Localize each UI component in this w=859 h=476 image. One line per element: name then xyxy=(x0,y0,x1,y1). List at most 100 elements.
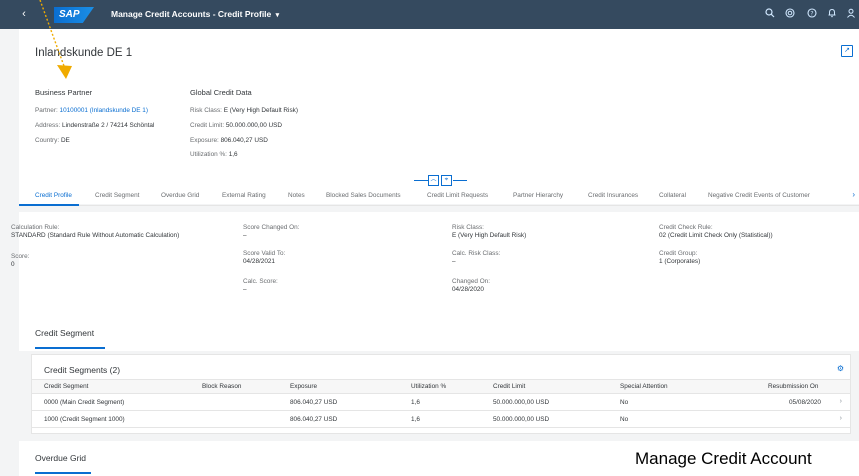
help-icon[interactable]: ? xyxy=(806,8,818,20)
score-value: 0 xyxy=(11,261,15,268)
header-util-label: Utilization %: xyxy=(190,151,227,158)
score-valid-field: Score Valid To: 04/28/2021 xyxy=(243,250,443,266)
sap-logo[interactable]: SAP xyxy=(54,7,94,23)
user-icon[interactable] xyxy=(845,8,857,20)
calc-rule-field: Calculation Rule: STANDARD (Standard Rul… xyxy=(11,224,181,240)
chevron-right-icon[interactable]: › xyxy=(840,415,842,422)
chevron-down-icon: ▾ xyxy=(275,12,280,19)
header-exposure-value: 806.040,27 USD xyxy=(220,137,268,144)
col-resubmission-on[interactable]: Resubmission On xyxy=(768,383,818,390)
tab-notes[interactable]: Notes xyxy=(288,192,305,199)
row-utilization: 1,6 xyxy=(411,399,420,406)
copilot-icon[interactable] xyxy=(784,8,796,20)
object-header: Inlandskunde DE 1 ↗ Business Partner Par… xyxy=(19,29,859,206)
col-exposure[interactable]: Exposure xyxy=(290,383,317,390)
tab-negative-credit-events[interactable]: Negative Credit Events of Customer xyxy=(708,192,810,199)
open-in-new-icon[interactable]: ↗ xyxy=(841,45,853,57)
active-tab-indicator xyxy=(19,204,79,206)
check-rule-field: Credit Check Rule: 02 (Credit Limit Chec… xyxy=(659,224,859,240)
col-block-reason[interactable]: Block Reason xyxy=(202,383,241,390)
calc-risk-field: Calc. Risk Class: – xyxy=(452,250,652,266)
toggle-line-left xyxy=(414,180,428,181)
tab-bar: Credit Profile Credit Segment Overdue Gr… xyxy=(19,184,859,206)
back-icon[interactable]: ‹ xyxy=(16,6,32,22)
shell-bar: ‹ SAP Manage Credit Accounts - Credit Pr… xyxy=(0,0,859,29)
calc-score-value: – xyxy=(243,286,247,293)
calc-rule-value: STANDARD (Standard Rule Without Automati… xyxy=(11,232,180,239)
address-label: Address: xyxy=(35,122,61,129)
changed-on-value: 04/28/2020 xyxy=(452,286,484,293)
app-title-menu[interactable]: Manage Credit Accounts - Credit Profile … xyxy=(111,9,279,19)
tab-credit-profile[interactable]: Credit Profile xyxy=(35,192,72,199)
partner-field: Partner: 10100001 (Inlandskunde DE 1) xyxy=(35,107,148,114)
partner-link[interactable]: 10100001 (Inlandskunde DE 1) xyxy=(60,107,148,114)
slide-caption: Manage Credit Account xyxy=(623,445,859,476)
calc-risk-value: – xyxy=(452,258,456,265)
credit-profile-section: Calculation Rule: STANDARD (Standard Rul… xyxy=(11,212,859,318)
credit-group-field: Credit Group: 1 (Corporates) xyxy=(659,250,859,266)
row-exposure: 806.040,27 USD xyxy=(290,416,338,423)
changed-on-field: Changed On: 04/28/2020 xyxy=(452,278,652,294)
col-credit-segment[interactable]: Credit Segment xyxy=(44,383,88,390)
tab-credit-insurances[interactable]: Credit Insurances xyxy=(588,192,638,199)
app-title: Manage Credit Accounts - Credit Profile xyxy=(111,9,272,19)
score-label: Score: xyxy=(11,253,30,260)
calc-score-field: Calc. Score: – xyxy=(243,278,443,294)
svg-text:?: ? xyxy=(810,10,813,17)
header-risk-label: Risk Class: xyxy=(190,107,222,114)
search-icon[interactable] xyxy=(764,8,776,20)
col-credit-limit[interactable]: Credit Limit xyxy=(493,383,525,390)
tab-overdue-grid[interactable]: Overdue Grid xyxy=(161,192,199,199)
calc-score-label: Calc. Score: xyxy=(243,278,278,285)
section-underline xyxy=(35,472,91,474)
changed-on-label: Changed On: xyxy=(452,278,491,285)
score-changed-field: Score Changed On: – xyxy=(243,224,443,240)
tabs-overflow-icon[interactable]: › xyxy=(852,190,855,199)
row-exposure: 806.040,27 USD xyxy=(290,399,338,406)
table-row[interactable]: 1000 (Credit Segment 1000) 806.040,27 US… xyxy=(32,412,850,428)
check-rule-value: 02 (Credit Limit Check Only (Statistical… xyxy=(659,232,773,239)
tab-partner-hierarchy[interactable]: Partner Hierarchy xyxy=(513,192,563,199)
page-title: Inlandskunde DE 1 xyxy=(35,47,133,59)
score-valid-value: 04/28/2021 xyxy=(243,258,275,265)
chevron-right-icon[interactable]: › xyxy=(840,398,842,405)
overdue-grid-title: Overdue Grid xyxy=(35,453,87,463)
tab-external-rating[interactable]: External Rating xyxy=(222,192,266,199)
credit-group-value: 1 (Corporates) xyxy=(659,258,701,265)
country-label: Country: xyxy=(35,137,60,144)
credit-group-label: Credit Group: xyxy=(659,250,698,257)
partner-label: Partner: xyxy=(35,107,58,114)
country-value: DE xyxy=(60,137,70,144)
business-partner-title: Business Partner xyxy=(35,88,93,97)
row-special-attention: No xyxy=(620,416,629,423)
notifications-icon[interactable] xyxy=(826,8,838,20)
row-credit-segment: 0000 (Main Credit Segment) xyxy=(44,399,125,406)
calc-rule-label: Calculation Rule: xyxy=(11,224,60,231)
score-field: Score: 0 xyxy=(11,253,211,269)
global-credit-title: Global Credit Data xyxy=(190,88,252,97)
header-exposure-label: Exposure: xyxy=(190,137,219,144)
country-field: Country: DE xyxy=(35,137,70,144)
header-limit-value: 50.000.000,00 USD xyxy=(225,122,283,129)
row-credit-limit: 50.000.000,00 USD xyxy=(493,416,550,423)
header-exposure-field: Exposure: 806.040,27 USD xyxy=(190,137,268,144)
col-special-attention[interactable]: Special Attention xyxy=(620,383,668,390)
toggle-line-right xyxy=(453,180,467,181)
gear-icon[interactable]: ⚙ xyxy=(837,364,844,373)
score-changed-label: Score Changed On: xyxy=(243,224,300,231)
header-risk-field: Risk Class: E (Very High Default Risk) xyxy=(190,107,298,114)
tab-blocked-sales-documents[interactable]: Blocked Sales Documents xyxy=(326,192,401,199)
score-changed-value: – xyxy=(243,232,247,239)
col-utilization[interactable]: Utilization % xyxy=(411,383,446,390)
tab-credit-segment[interactable]: Credit Segment xyxy=(95,192,139,199)
tab-credit-limit-requests[interactable]: Credit Limit Requests xyxy=(427,192,488,199)
row-credit-segment: 1000 (Credit Segment 1000) xyxy=(44,416,125,423)
tab-collateral[interactable]: Collateral xyxy=(659,192,686,199)
risk-class-label: Risk Class: xyxy=(452,224,484,231)
credit-segment-section: Credit Segment xyxy=(19,318,859,351)
table-row[interactable]: 0000 (Main Credit Segment) 806.040,27 US… xyxy=(32,395,850,411)
row-resubmission-on: 05/08/2020 xyxy=(789,399,821,406)
credit-segment-title: Credit Segment xyxy=(35,328,95,338)
header-risk-value: E (Very High Default Risk) xyxy=(223,107,298,114)
credit-segments-table: Credit Segments (2) ⚙ Credit Segment Blo… xyxy=(31,354,851,434)
